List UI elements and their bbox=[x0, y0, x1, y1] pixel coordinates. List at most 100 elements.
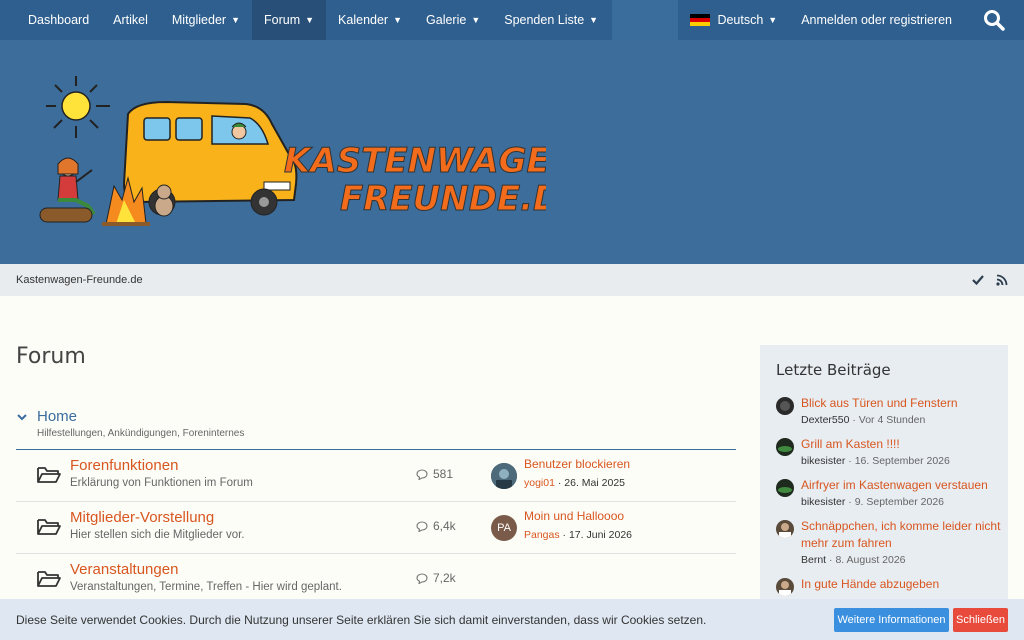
post-count: 581 bbox=[416, 467, 453, 481]
post-title-link[interactable]: Grill am Kasten !!!! bbox=[801, 436, 1002, 453]
main-menu: Dashboard Artikel Mitglieder ▼ Forum ▼ Kal… bbox=[0, 0, 613, 40]
sidebar-latest-posts: Letzte Beiträge Blick aus Türen und Fens… bbox=[760, 345, 1008, 605]
post-user[interactable]: Bernt bbox=[801, 554, 826, 566]
top-navigation: Dashboard Artikel Mitglieder ▼ Forum ▼ Kal… bbox=[0, 0, 1024, 40]
post-count: 7,2k bbox=[416, 571, 456, 585]
post-user[interactable]: bikesister bbox=[801, 455, 845, 467]
list-item: In gute Hände abzugeben bbox=[776, 576, 1002, 596]
folder-icon bbox=[37, 467, 61, 483]
nav-item-artikel[interactable]: Artikel bbox=[101, 0, 160, 40]
nav-item-kalender[interactable]: Kalender ▼ bbox=[326, 0, 414, 40]
avatar[interactable] bbox=[491, 463, 517, 489]
van-illustration bbox=[122, 100, 298, 216]
last-post-user[interactable]: yogi01 bbox=[524, 477, 555, 489]
chevron-down-icon: ▼ bbox=[305, 15, 315, 25]
user-menu: Deutsch ▼ Anmelden oder registrieren bbox=[678, 0, 1024, 40]
close-cookie-button[interactable]: Schließen bbox=[953, 608, 1008, 632]
last-post-title[interactable]: Benutzer blockieren bbox=[524, 457, 630, 471]
forum-description: Veranstaltungen, Termine, Treffen - Hier… bbox=[70, 581, 342, 593]
post-user[interactable]: bikesister bbox=[801, 496, 845, 508]
search-button[interactable] bbox=[964, 0, 1024, 40]
last-post-meta: yogi01 · 26. Mai 2025 bbox=[524, 477, 626, 489]
user-avatar-image bbox=[776, 438, 794, 456]
breadcrumb-bar: Kastenwagen-Freunde.de bbox=[0, 264, 1024, 296]
logo-text-line2: FREUNDE.DE bbox=[340, 179, 546, 219]
breadcrumb-home-link[interactable]: Kastenwagen-Freunde.de bbox=[16, 274, 143, 286]
forum-description: Erklärung von Funktionen im Forum bbox=[70, 477, 253, 489]
nav-item-dashboard[interactable]: Dashboard bbox=[0, 0, 101, 40]
chevron-down-icon[interactable] bbox=[16, 411, 28, 423]
category-title[interactable]: Home bbox=[37, 408, 77, 425]
folder-icon bbox=[37, 571, 61, 587]
breadcrumb-actions bbox=[972, 274, 1008, 286]
post-count-value: 581 bbox=[433, 467, 454, 481]
post-count-value: 7,2k bbox=[433, 571, 456, 585]
post-date: Vor 4 Stunden bbox=[858, 414, 926, 426]
avatar[interactable]: PA bbox=[491, 515, 517, 541]
post-title-link[interactable]: Airfryer im Kastenwagen verstauen bbox=[801, 477, 1002, 494]
user-avatar-image bbox=[776, 479, 794, 497]
nav-label: Spenden Liste bbox=[504, 13, 585, 27]
german-flag-icon bbox=[690, 14, 711, 26]
avatar[interactable] bbox=[776, 438, 794, 456]
folder-icon bbox=[37, 519, 61, 535]
category-header: Home Hilfestellungen, Ankündigungen, For… bbox=[16, 408, 736, 450]
list-item: Airfryer im Kastenwagen verstauen bikesi… bbox=[776, 477, 1002, 510]
cookie-notice-text: Diese Seite verwendet Cookies. Durch die… bbox=[16, 612, 707, 627]
avatar[interactable] bbox=[776, 479, 794, 497]
nav-label: Dashboard bbox=[28, 13, 90, 27]
nav-label: Galerie bbox=[426, 13, 467, 27]
post-count: 6,4k bbox=[416, 519, 456, 533]
nav-label: Kalender bbox=[338, 13, 389, 27]
nav-label: Forum bbox=[264, 13, 301, 27]
comment-icon bbox=[416, 468, 428, 480]
search-icon bbox=[984, 10, 1005, 31]
last-post-user[interactable]: Pangas bbox=[524, 529, 560, 541]
chevron-down-icon: ▼ bbox=[471, 15, 481, 25]
forum-row: Mitglieder-Vorstellung Hier stellen sich… bbox=[16, 503, 736, 554]
post-user[interactable]: Dexter550 bbox=[801, 414, 849, 426]
checkmark-icon[interactable] bbox=[972, 274, 984, 286]
chevron-down-icon: ▼ bbox=[231, 15, 240, 25]
last-post-title[interactable]: Moin und Halloooo bbox=[524, 509, 624, 523]
chevron-down-icon: ▼ bbox=[393, 15, 403, 25]
forum-title[interactable]: Veranstaltungen bbox=[70, 561, 178, 578]
post-title-link[interactable]: In gute Hände abzugeben bbox=[801, 576, 1002, 593]
last-post-date: 26. Mai 2025 bbox=[564, 477, 626, 489]
avatar[interactable] bbox=[776, 397, 794, 415]
nav-item-forum[interactable]: Forum ▼ bbox=[252, 0, 327, 40]
avatar[interactable] bbox=[776, 578, 794, 596]
post-title-link[interactable]: Schnäppchen, ich komme leider nicht mehr… bbox=[801, 518, 1002, 552]
post-date: 8. August 2026 bbox=[835, 554, 906, 566]
list-item: Schnäppchen, ich komme leider nicht mehr… bbox=[776, 518, 1002, 568]
post-meta: Dexter550 · Vor 4 Stunden bbox=[801, 414, 926, 426]
list-item: Grill am Kasten !!!! bikesister · 16. Se… bbox=[776, 436, 1002, 469]
nav-item-galerie[interactable]: Galerie ▼ bbox=[414, 0, 492, 40]
post-date: 16. September 2026 bbox=[854, 455, 950, 467]
rss-icon[interactable] bbox=[996, 274, 1008, 286]
avatar[interactable] bbox=[776, 520, 794, 538]
more-info-button[interactable]: Weitere Informationen bbox=[834, 608, 949, 632]
post-title-link[interactable]: Blick aus Türen und Fenstern bbox=[801, 395, 1002, 412]
chevron-down-icon: ▼ bbox=[589, 15, 599, 25]
post-meta: bikesister · 9. September 2026 bbox=[801, 496, 945, 508]
site-logo[interactable]: KASTENWAGEN- FREUNDE.DE bbox=[36, 74, 546, 234]
last-post-meta: Pangas · 17. Juni 2026 bbox=[524, 529, 633, 541]
post-date: 9. September 2026 bbox=[854, 496, 945, 508]
nav-label: Mitglieder bbox=[171, 13, 227, 27]
language-selector[interactable]: Deutsch ▼ bbox=[678, 0, 789, 40]
nav-label: Artikel bbox=[113, 13, 148, 27]
nav-item-spenden-liste[interactable]: Spenden Liste ▼ bbox=[492, 0, 612, 40]
user-avatar-image bbox=[776, 397, 794, 415]
nav-item-mitglieder[interactable]: Mitglieder ▼ bbox=[160, 0, 252, 40]
user-avatar-image bbox=[776, 578, 794, 596]
category-description: Hilfestellungen, Ankündigungen, Forenint… bbox=[37, 428, 245, 439]
forum-title[interactable]: Mitglieder-Vorstellung bbox=[70, 509, 214, 526]
login-link[interactable]: Anmelden oder registrieren bbox=[789, 0, 964, 40]
sidebar-title: Letzte Beiträge bbox=[776, 361, 891, 379]
forum-title[interactable]: Forenfunktionen bbox=[70, 457, 178, 474]
header-banner: KASTENWAGEN- FREUNDE.DE bbox=[0, 40, 1024, 264]
last-post-date: 17. Juni 2026 bbox=[568, 529, 633, 541]
login-label: Anmelden oder registrieren bbox=[801, 13, 952, 27]
post-count-value: 6,4k bbox=[433, 519, 456, 533]
